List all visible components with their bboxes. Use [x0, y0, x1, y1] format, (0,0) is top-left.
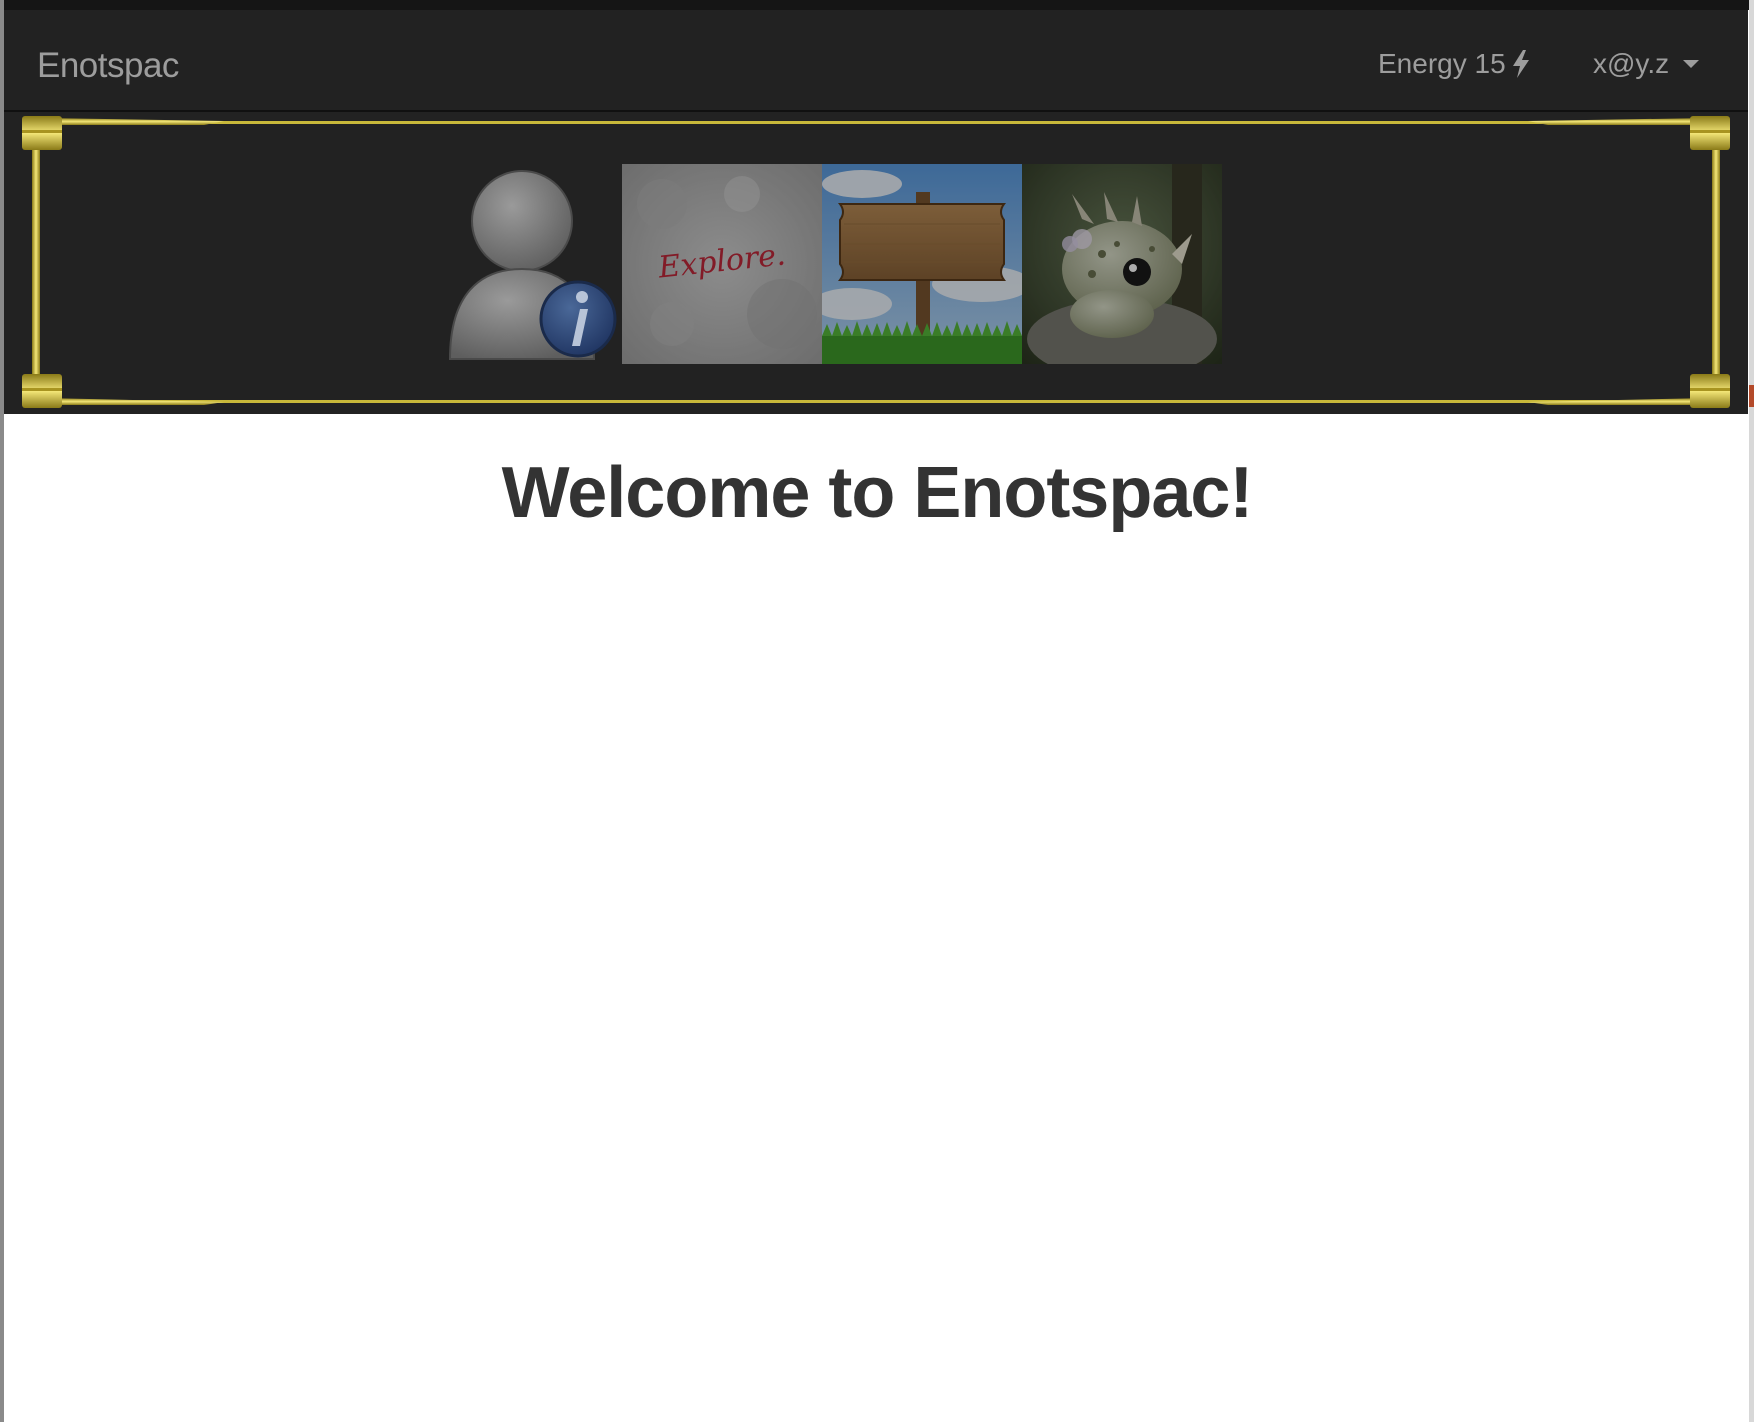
welcome-heading: Welcome to Enotspac!: [501, 453, 1254, 533]
wooden-signpost-image: [822, 164, 1022, 364]
explore-tile[interactable]: Explore.: [622, 164, 822, 364]
signpost-tile[interactable]: [822, 164, 1022, 364]
window-top-strip: [0, 0, 1754, 10]
window-right-edge-accent: [1749, 385, 1754, 407]
creature-tile[interactable]: [1022, 164, 1222, 364]
brand-link[interactable]: Enotspac: [37, 46, 179, 86]
horned-creature-image: [1022, 164, 1222, 364]
top-navbar: Enotspac Energy 15 x@y.z: [4, 10, 1748, 112]
caret-down-icon: [1683, 60, 1700, 68]
profile-info-tile[interactable]: [440, 164, 620, 364]
window-right-edge: [1749, 0, 1754, 1422]
energy-indicator[interactable]: Energy 15: [1378, 48, 1532, 80]
energy-label: Energy 15: [1378, 48, 1506, 79]
image-banner: Explore.: [4, 112, 1748, 414]
user-menu-dropdown[interactable]: x@y.z: [1593, 48, 1700, 80]
user-email: x@y.z: [1593, 48, 1670, 79]
lightning-bolt-icon: [1512, 50, 1529, 78]
user-info-icon: [448, 170, 617, 360]
